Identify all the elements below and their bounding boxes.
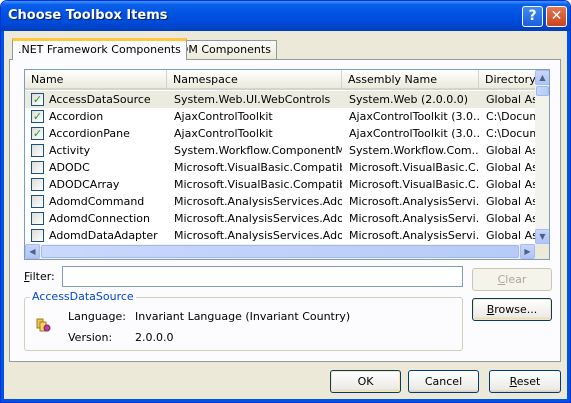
horizontal-scrollbar[interactable]: ◀ ▶ bbox=[25, 244, 535, 259]
table-row[interactable]: AdomdCommand Microsoft.AnalysisServices.… bbox=[25, 193, 535, 210]
cell-namespace: AjaxControlToolkit bbox=[174, 110, 273, 123]
cell-namespace: Microsoft.AnalysisServices.Ado... bbox=[174, 212, 342, 225]
column-header-directory[interactable]: Directory bbox=[479, 70, 535, 90]
checkbox[interactable] bbox=[31, 144, 44, 157]
cell-directory: Global Ass bbox=[486, 93, 535, 106]
cell-assembly: Microsoft.VisualBasic.C... bbox=[349, 161, 479, 174]
cell-directory: Global Ass bbox=[486, 195, 535, 208]
cell-name: ADODCArray bbox=[49, 178, 120, 191]
table-row[interactable]: Activity System.Workflow.ComponentM... S… bbox=[25, 142, 535, 159]
checkbox[interactable] bbox=[31, 212, 44, 225]
scroll-right-icon[interactable]: ▶ bbox=[520, 244, 535, 259]
cell-directory: Global Ass bbox=[486, 161, 535, 174]
close-button[interactable]: ✕ bbox=[546, 6, 567, 27]
cell-directory: Global Ass bbox=[486, 229, 535, 242]
components-list[interactable]: Name Namespace Assembly Name Directory ✓… bbox=[24, 69, 550, 260]
scroll-up-icon[interactable]: ▲ bbox=[535, 70, 549, 85]
clear-button[interactable]: Clear bbox=[472, 268, 552, 291]
window-frame-left bbox=[1, 31, 4, 402]
cell-assembly: AjaxControlToolkit (3.0.... bbox=[349, 110, 479, 123]
scroll-left-icon[interactable]: ◀ bbox=[25, 244, 40, 259]
checkbox[interactable]: ✓ bbox=[31, 110, 44, 123]
cell-assembly: Microsoft.AnalysisServi... bbox=[349, 229, 479, 242]
table-row[interactable]: ADODC Microsoft.VisualBasic.Compatibi...… bbox=[25, 159, 535, 176]
cell-directory: Global Ass bbox=[486, 212, 535, 225]
list-header: Name Namespace Assembly Name Directory bbox=[25, 70, 535, 90]
table-row[interactable]: ADODCArray Microsoft.VisualBasic.Compati… bbox=[25, 176, 535, 193]
filter-input[interactable] bbox=[62, 266, 463, 287]
table-row[interactable]: AdomdConnection Microsoft.AnalysisServic… bbox=[25, 210, 535, 227]
checkbox[interactable] bbox=[31, 161, 44, 174]
window-title: Choose Toolbox Items bbox=[8, 8, 168, 23]
window-frame-right bbox=[567, 31, 570, 402]
cell-assembly: Microsoft.AnalysisServi... bbox=[349, 212, 479, 225]
checkbox[interactable]: ✓ bbox=[31, 93, 44, 106]
cell-name: AdomdConnection bbox=[49, 212, 150, 225]
ok-button[interactable]: OK bbox=[330, 370, 401, 393]
window-frame-bottom bbox=[1, 399, 570, 402]
title-bar[interactable]: Choose Toolbox Items ? ✕ bbox=[1, 1, 570, 31]
reset-button[interactable]: Reset bbox=[489, 370, 561, 393]
browse-button[interactable]: Browse... bbox=[472, 298, 552, 321]
checkbox[interactable] bbox=[31, 178, 44, 191]
cell-namespace: Microsoft.VisualBasic.Compatibi... bbox=[174, 161, 342, 174]
tab-net-framework-components[interactable]: .NET Framework Components bbox=[12, 38, 187, 60]
table-row[interactable]: ✓ Accordion AjaxControlToolkit AjaxContr… bbox=[25, 108, 535, 125]
checkbox[interactable] bbox=[31, 229, 44, 242]
list-rows: ✓ AccessDataSource System.Web.UI.WebCont… bbox=[25, 91, 535, 244]
cell-namespace: AjaxControlToolkit bbox=[174, 127, 273, 140]
table-row[interactable]: ✓ AccessDataSource System.Web.UI.WebCont… bbox=[25, 91, 535, 108]
help-button[interactable]: ? bbox=[522, 6, 543, 27]
cell-namespace: System.Workflow.ComponentM... bbox=[174, 144, 342, 157]
column-header-name[interactable]: Name bbox=[25, 70, 167, 90]
cell-namespace: Microsoft.VisualBasic.Compatibi... bbox=[174, 178, 342, 191]
cell-name: AccordionPane bbox=[49, 127, 130, 140]
choose-toolbox-items-dialog: Choose Toolbox Items ? ✕ .NET Framework … bbox=[0, 0, 571, 403]
table-row[interactable]: ✓ AccordionPane AjaxControlToolkit AjaxC… bbox=[25, 125, 535, 142]
cell-assembly: Microsoft.AnalysisServi... bbox=[349, 195, 479, 208]
cell-name: Accordion bbox=[49, 110, 104, 123]
vertical-scrollbar[interactable]: ▲ ▼ bbox=[535, 70, 549, 244]
horizontal-scroll-thumb[interactable] bbox=[41, 245, 519, 258]
cell-name: AccessDataSource bbox=[49, 93, 151, 106]
cell-name: Activity bbox=[49, 144, 91, 157]
cell-name: AdomdCommand bbox=[49, 195, 145, 208]
cell-namespace: System.Web.UI.WebControls bbox=[174, 93, 331, 106]
scrollbar-corner bbox=[535, 244, 549, 259]
cell-name: ADODC bbox=[49, 161, 90, 174]
cell-name: AdomdDataAdapter bbox=[49, 229, 158, 242]
cancel-button[interactable]: Cancel bbox=[408, 370, 479, 393]
table-row[interactable]: AdomdDataAdapter Microsoft.AnalysisServi… bbox=[25, 227, 535, 244]
cell-directory: C:\Docum bbox=[486, 110, 535, 123]
scroll-down-icon[interactable]: ▼ bbox=[535, 229, 549, 244]
cell-assembly: Microsoft.VisualBasic.C... bbox=[349, 178, 479, 191]
cell-assembly: System.Workflow.Com... bbox=[349, 144, 479, 157]
cell-directory: C:\Docum bbox=[486, 127, 535, 140]
vertical-scroll-thumb[interactable] bbox=[536, 86, 549, 96]
cell-directory: Global Ass bbox=[486, 178, 535, 191]
checkbox[interactable] bbox=[31, 195, 44, 208]
cell-assembly: AjaxControlToolkit (3.0.... bbox=[349, 127, 479, 140]
cell-directory: Global Ass bbox=[486, 144, 535, 157]
checkbox[interactable]: ✓ bbox=[31, 127, 44, 140]
column-header-namespace[interactable]: Namespace bbox=[167, 70, 342, 90]
cell-assembly: System.Web (2.0.0.0) bbox=[349, 93, 469, 106]
column-header-assembly-name[interactable]: Assembly Name bbox=[342, 70, 479, 90]
cell-namespace: Microsoft.AnalysisServices.Ado... bbox=[174, 229, 342, 242]
cell-namespace: Microsoft.AnalysisServices.Ado... bbox=[174, 195, 342, 208]
